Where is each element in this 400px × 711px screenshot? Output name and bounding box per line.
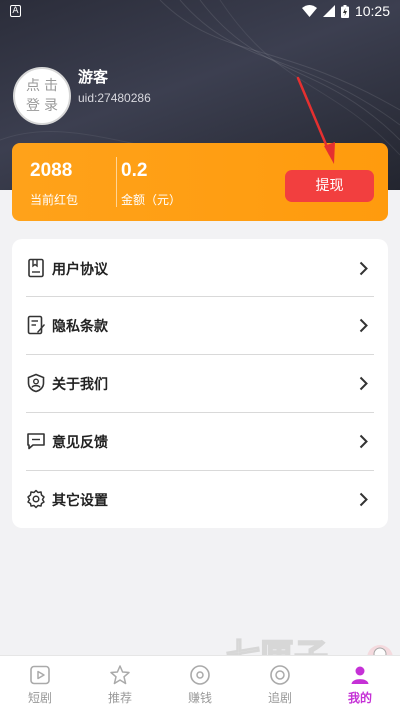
menu-item-label: 隐私条款 [52,319,108,335]
bottom-tab-bar: 短剧 推荐 赚钱 追剧 我的 [0,655,400,711]
tab-follow-drama[interactable]: 追剧 [240,660,320,710]
menu-card: 用户协议 隐私条款 关于我们 意见反馈 其它设置 [12,239,388,528]
tab-earn-money[interactable]: 赚钱 [160,660,240,710]
star-icon [110,665,130,685]
signal-icon [322,5,335,17]
document-icon [28,258,44,278]
chevron-right-icon [359,318,368,333]
user-icon [351,666,369,684]
user-id: uid:27480286 [78,91,151,105]
gear-icon [27,489,45,509]
chevron-right-icon [359,434,368,449]
amount-value: 0.2 [121,160,148,181]
play-icon [30,665,50,685]
avatar-login-text: 点击登录 [26,78,62,114]
menu-item-label: 意见反馈 [52,435,108,451]
username: 游客 [78,68,109,86]
menu-item-feedback[interactable]: 意见反馈 [12,413,388,470]
menu-item-label: 关于我们 [52,377,108,393]
tab-label: 追剧 [267,691,292,705]
tab-label: 赚钱 [187,691,212,705]
red-arrow-annotation [296,76,335,164]
login-avatar[interactable]: 点击登录 [13,67,71,125]
tab-short-drama[interactable]: 短剧 [0,660,80,710]
message-icon [27,433,45,450]
shield-user-icon [27,373,45,393]
wallet-divider [116,157,117,207]
battery-icon [340,4,349,18]
tab-label: 短剧 [27,691,52,705]
menu-item-label: 用户协议 [52,262,108,278]
status-bar: A 10:25 [0,0,400,24]
tab-mine[interactable]: 我的 [320,660,400,710]
menu-item-user-agreement[interactable]: 用户协议 [12,240,388,297]
tab-label: 推荐 [107,691,132,705]
red-packet-value: 2088 [30,160,73,181]
edit-document-icon [27,315,45,335]
menu-item-about-us[interactable]: 关于我们 [12,355,388,412]
withdraw-button[interactable]: 提现 [285,170,374,202]
chevron-right-icon [359,261,368,276]
coin-icon [190,665,210,685]
status-time: 10:25 [354,3,390,19]
record-icon [270,665,290,685]
wifi-icon [301,5,317,17]
chevron-right-icon [359,492,368,507]
chevron-right-icon [359,376,368,391]
menu-item-other-settings[interactable]: 其它设置 [12,471,388,528]
amount-label: 金额（元） [121,193,182,207]
menu-item-privacy[interactable]: 隐私条款 [12,297,388,354]
tab-label: 我的 [347,691,372,705]
tab-recommend[interactable]: 推荐 [80,660,160,710]
notification-a-icon: A [10,5,21,17]
red-packet-label: 当前红包 [30,193,79,207]
menu-item-label: 其它设置 [52,493,108,509]
